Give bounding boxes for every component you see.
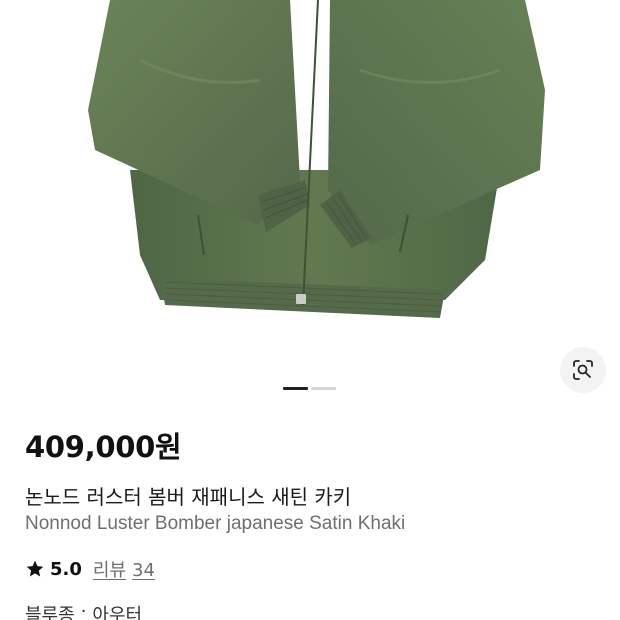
product-title-english: Nonnod Luster Bomber japanese Satin Khak… <box>25 513 406 534</box>
reviews-link[interactable]: 리뷰 34 <box>93 556 155 582</box>
pager-indicator-active[interactable] <box>283 387 308 390</box>
product-price: 409,000원 <box>25 430 182 464</box>
image-search-button[interactable] <box>560 347 606 393</box>
jacket-photo <box>88 0 545 318</box>
category-link[interactable]: 블루종 <box>25 601 75 620</box>
rating-score: 5.0 <box>50 558 82 580</box>
rating-row: 5.0 리뷰 34 <box>25 556 155 582</box>
reviews-count: 34 <box>132 560 155 581</box>
subcategory-link[interactable]: 아우터 <box>92 601 142 620</box>
pager-indicator[interactable] <box>311 387 336 390</box>
category-breadcrumb: 블루종 · 아우터 <box>25 601 142 620</box>
star-icon <box>26 560 44 577</box>
category-separator: · <box>80 601 87 620</box>
reviews-label: 리뷰 <box>92 560 127 581</box>
image-search-icon <box>573 360 593 380</box>
product-title-korean: 논노드 러스터 봄버 재패니스 새틴 카키 <box>25 485 352 509</box>
product-image[interactable] <box>0 0 620 360</box>
gallery-pager <box>283 387 336 390</box>
